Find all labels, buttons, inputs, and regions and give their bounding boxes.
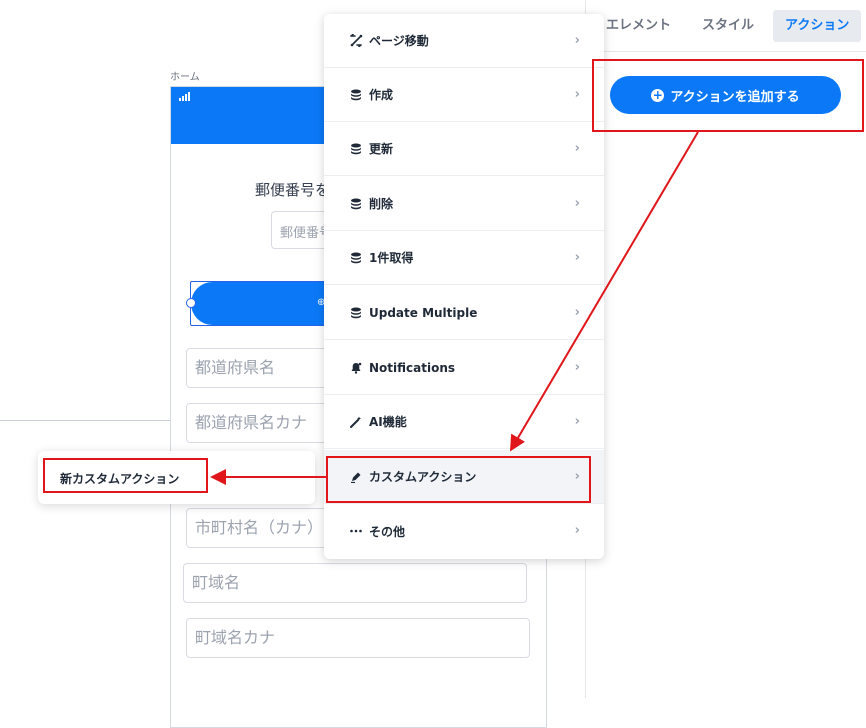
arrow-to-custom-action [509, 131, 699, 452]
annotation-arrows [210, 131, 699, 485]
